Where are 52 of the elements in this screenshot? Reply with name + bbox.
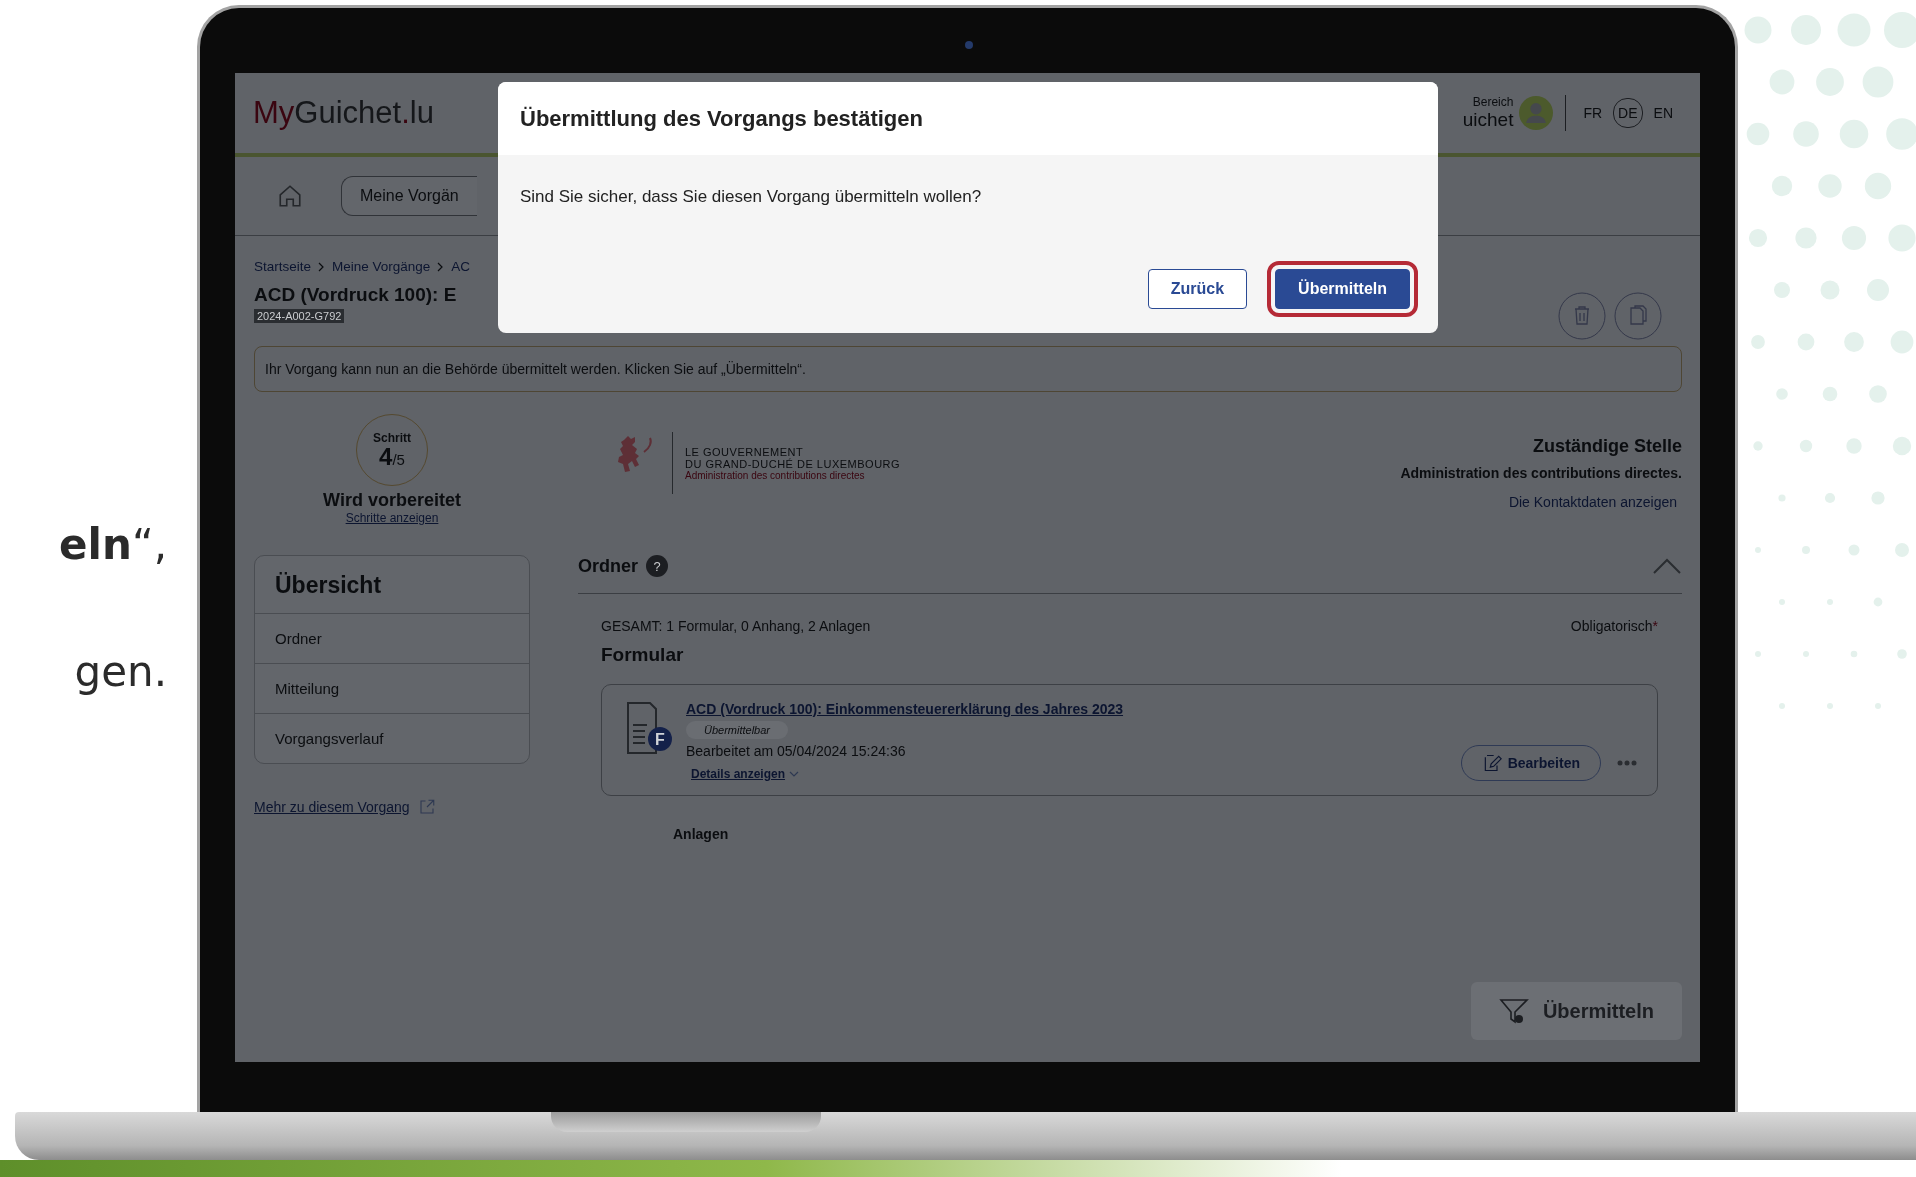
- overview-item[interactable]: Mitteilung: [255, 664, 529, 714]
- dialog-title: Übermittlung des Vorgangs bestätigen: [520, 105, 923, 132]
- overview-item[interactable]: Vorgangsverlauf: [255, 714, 529, 763]
- camera-icon: [965, 41, 973, 49]
- trash-icon: [1558, 292, 1606, 340]
- overview-title: Übersicht: [255, 556, 529, 614]
- dialog-message: Sind Sie sicher, dass Sie diesen Vorgang übermitteln wollen?: [520, 187, 983, 207]
- chevron-up-icon[interactable]: [1652, 557, 1682, 575]
- breadcrumb-link[interactable]: Startseite: [254, 259, 312, 274]
- status-tag: Übermittelbar: [686, 721, 789, 739]
- page-title: ACD (Vordruck 100): E: [254, 284, 457, 306]
- breadcrumb-link[interactable]: Meine Vorgänge: [332, 259, 431, 274]
- more-options-icon: [1617, 760, 1637, 766]
- contact-link[interactable]: Die Kontaktdaten anzeigen: [1508, 494, 1677, 510]
- language-button[interactable]: EN: [1648, 98, 1678, 128]
- chevron-right-icon: [437, 261, 445, 272]
- help-icon: ?: [646, 555, 668, 577]
- government-logo-text: LE GOUVERNEMENT DU GRAND-DUCHÉ DE LUXEMBOURG Administration des contributions directes: [685, 445, 901, 481]
- steps-link[interactable]: Schritte anzeigen: [345, 511, 439, 525]
- authority-heading: Zuständige Stelle: [1532, 436, 1682, 457]
- more-link[interactable]: Mehr zu diesem Vorgang: [254, 799, 410, 815]
- home-icon: [277, 183, 303, 209]
- required-label: Obligatorisch*: [1570, 618, 1658, 634]
- reference-badge: 2024-A002-G792: [254, 309, 345, 323]
- chevron-down-icon: [789, 770, 800, 778]
- total-summary: GESAMT: 1 Formular, 0 Anhang, 2 Anlagen: [601, 618, 871, 634]
- nav-tab[interactable]: Meine Vorgän: [341, 176, 477, 216]
- avatar-icon: [1519, 96, 1554, 130]
- back-button[interactable]: Zurück: [1147, 269, 1248, 309]
- overview-item[interactable]: Ordner: [255, 614, 529, 664]
- authority-name: Administration des contributions directes.: [1400, 465, 1682, 481]
- form-link[interactable]: ACD (Vordruck 100): Einkommensteuererklärung des Jahres 2023: [686, 701, 1124, 717]
- caption-text: eln“,: [59, 520, 167, 569]
- copy-icon: [1614, 292, 1662, 340]
- language-button[interactable]: DE: [1613, 98, 1643, 128]
- chevron-right-icon: [318, 261, 326, 272]
- subsection-title: Formular: [601, 644, 685, 666]
- info-notice: Ihr Vorgang kann nun an die Behörde übermittelt werden. Klicken Sie auf „Übermitteln“.: [254, 346, 1682, 392]
- submit-button[interactable]: Übermitteln: [1275, 269, 1410, 309]
- caption-text: gen.: [74, 647, 167, 696]
- language-button[interactable]: FR: [1578, 98, 1608, 128]
- status-text: Wird vorbereitet: [323, 490, 461, 511]
- breadcrumb-link[interactable]: AC: [451, 259, 471, 274]
- details-link[interactable]: Details anzeigen: [691, 767, 786, 781]
- account-label: Bereich: [1472, 95, 1514, 109]
- external-link-icon: [417, 798, 436, 816]
- edited-date: Bearbeitet am 05/04/2024 15:24:36: [686, 743, 907, 759]
- funnel-check-icon: [1498, 996, 1529, 1026]
- attachments-heading: Anlagen: [673, 826, 730, 842]
- section-title: Ordner: [578, 555, 638, 577]
- logo[interactable]: MyGuichet.lu: [253, 95, 434, 131]
- account-name[interactable]: uichet: [1462, 109, 1514, 131]
